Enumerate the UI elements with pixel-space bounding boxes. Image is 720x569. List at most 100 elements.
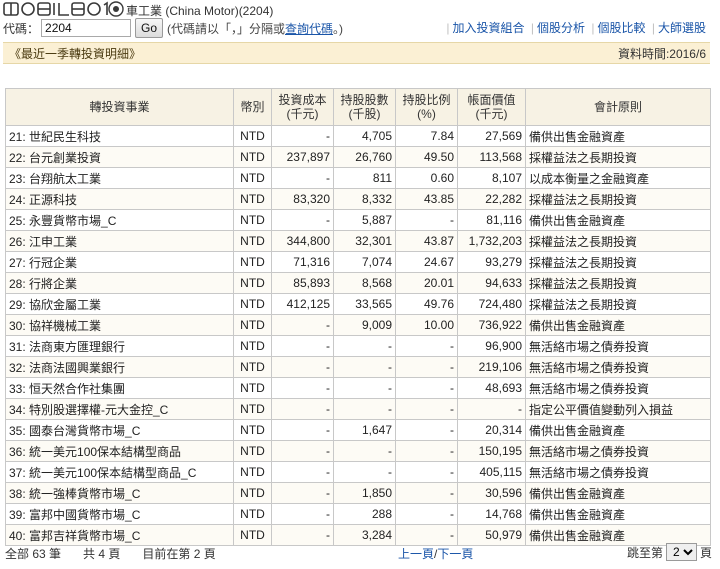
table-row: 27: 行冠企業 NTD 71,316 7,074 24.67 93,279 採權益法之長期… xyxy=(5,251,711,273)
hint-prefix: (代碼請以「，」分隔或 xyxy=(167,21,286,36)
shares-cell: 7,074 xyxy=(333,251,396,273)
ratio-cell: 0.60 xyxy=(395,167,458,189)
accounting-cell: 採權益法之長期投資 xyxy=(525,293,711,315)
table-header: 轉投資事業 幣別 投資成本 (千元) 持股股數 (千股) 持股比例 (%) 帳面… xyxy=(5,88,711,126)
currency-cell: NTD xyxy=(233,230,272,252)
section-title: 《最近一季轉投資明細》 xyxy=(9,46,142,61)
master-picks-link[interactable]: 大師選股 xyxy=(658,21,706,35)
company-cell: 25: 永豐貨幣市場_C xyxy=(5,209,234,231)
cost-cell: - xyxy=(271,125,334,147)
shares-cell: - xyxy=(333,377,396,399)
cost-cell: 83,320 xyxy=(271,188,334,210)
table-row: 21: 世紀民生科技 NTD -4,705 7.84 27,569 備供出售金融資產 xyxy=(5,125,711,147)
shares-cell: - xyxy=(333,335,396,357)
company-cell: 31: 法商東方匯理銀行 xyxy=(5,335,234,357)
accounting-cell: 採權益法之長期投資 xyxy=(525,188,711,210)
mobile01-logo[interactable] xyxy=(2,1,126,18)
book-value-cell: 113,568 xyxy=(457,146,526,168)
nav-separator: | xyxy=(591,21,595,35)
currency-cell: NTD xyxy=(233,356,272,378)
total-records: 全部 63 筆 xyxy=(5,547,62,561)
book-value-cell: 1,732,203 xyxy=(457,230,526,252)
company-title: 車工業 (China Motor)(2204) xyxy=(126,4,274,18)
pagination-footer: 全部 63 筆 共 4 頁 目前在第 2 頁 上一頁/下一頁 跳至第 2 頁 xyxy=(0,543,720,562)
code-hint: (代碼請以「，」分隔或查詢代碼。) xyxy=(167,20,343,37)
currency-cell: NTD xyxy=(233,503,272,525)
shares-cell: - xyxy=(333,356,396,378)
accounting-cell: 備供出售金融資產 xyxy=(525,503,711,525)
accounting-cell: 以成本衡量之金融資產 xyxy=(525,167,711,189)
book-value-cell: 30,596 xyxy=(457,482,526,504)
ratio-cell: - xyxy=(395,356,458,378)
cost-cell: - xyxy=(271,398,334,420)
accounting-cell: 採權益法之長期投資 xyxy=(525,251,711,273)
current-page: 目前在第 2 頁 xyxy=(142,547,216,561)
shares-cell: - xyxy=(333,440,396,462)
stock-code-input[interactable] xyxy=(41,19,132,37)
nav-links: | 加入投資組合 | 個股分析 | 個股比較 | 大師選股 xyxy=(443,19,706,36)
company-cell: 39: 富邦中國貨幣市場_C xyxy=(5,503,234,525)
book-value-cell: 22,282 xyxy=(457,188,526,210)
shares-cell: - xyxy=(333,461,396,483)
stock-analysis-link[interactable]: 個股分析 xyxy=(537,21,585,35)
book-value-cell: 94,633 xyxy=(457,272,526,294)
stock-compare-link[interactable]: 個股比較 xyxy=(598,21,646,35)
table-row: 32: 法商法國興業銀行 NTD - - -219,106 無活絡市場之債券投資 xyxy=(5,356,711,378)
accounting-cell: 備供出售金融資產 xyxy=(525,209,711,231)
next-page-link[interactable]: 下一頁 xyxy=(437,547,473,561)
ratio-cell: 43.85 xyxy=(395,188,458,210)
company-cell: 36: 統一美元100保本結構型商品 xyxy=(5,440,234,462)
shares-cell: 288 xyxy=(333,503,396,525)
page-select[interactable]: 2 xyxy=(665,543,697,561)
currency-cell: NTD xyxy=(233,482,272,504)
company-cell: 23: 台翔航太工業 xyxy=(5,167,234,189)
ratio-cell: 43.87 xyxy=(395,230,458,252)
accounting-cell: 無活絡市場之債券投資 xyxy=(525,440,711,462)
book-value-cell: 150,195 xyxy=(457,440,526,462)
table-row: 33: 恒天然合作社集團 NTD - - -48,693 無活絡市場之債券投資 xyxy=(5,377,711,399)
data-date: 資料時間:2016/6 xyxy=(617,46,706,61)
company-cell: 35: 國泰台灣貨幣市場_C xyxy=(5,419,234,441)
shares-cell: 3,284 xyxy=(333,524,396,546)
header-currency: 幣別 xyxy=(233,88,272,126)
table-row: 29: 協欣金屬工業 NTD 412,125 33,565 49.76 724,480 採權… xyxy=(5,293,711,315)
currency-cell: NTD xyxy=(233,146,272,168)
book-value-cell: 14,768 xyxy=(457,503,526,525)
table-row: 35: 國泰台灣貨幣市場_C NTD -1,647-20,314 備供出售金融資產 xyxy=(5,419,711,441)
nav-separator: | xyxy=(530,21,535,35)
table-row: 25: 永豐貨幣市場_C NTD -5,887-81,116 備供出售金融資產 xyxy=(5,209,711,231)
go-button[interactable]: Go xyxy=(135,18,164,38)
currency-cell: NTD xyxy=(233,209,272,231)
shares-cell: 1,647 xyxy=(333,419,396,441)
currency-cell: NTD xyxy=(233,272,272,294)
table-row: 39: 富邦中國貨幣市場_C NTD -288-14,768 備供出售金融資產 xyxy=(5,503,711,525)
book-value-cell: 27,569 xyxy=(457,125,526,147)
book-value-cell: 48,693 xyxy=(457,377,526,399)
page-jump: 跳至第 2 頁 xyxy=(627,543,712,561)
lookup-code-link[interactable]: 查詢代碼 xyxy=(285,22,333,36)
company-cell: 28: 行將企業 xyxy=(5,272,234,294)
hint-suffix: 。) xyxy=(333,21,344,36)
table-row: 24: 正源科技 NTD 83,320 8,332 43.85 22,282 採權益法之長期… xyxy=(5,188,711,210)
add-portfolio-link[interactable]: 加入投資組合 xyxy=(453,21,525,35)
header-shares: 持股股數 (千股) xyxy=(333,88,396,126)
total-pages: 共 4 頁 xyxy=(83,547,121,561)
currency-cell: NTD xyxy=(233,440,272,462)
prev-page-link[interactable]: 上一頁 xyxy=(398,547,434,561)
currency-cell: NTD xyxy=(233,314,272,336)
table-row: 23: 台翔航太工業 NTD -811 0.60 8,107 以成本衡量之金融資產 xyxy=(5,167,711,189)
table-row: 36: 統一美元100保本結構型商品 NTD - - -150,195 無活絡市場之債券投… xyxy=(5,440,711,462)
shares-cell: 8,332 xyxy=(333,188,396,210)
accounting-cell: 無活絡市場之債券投資 xyxy=(525,356,711,378)
shares-cell: 1,850 xyxy=(333,482,396,504)
cost-cell: - xyxy=(271,503,334,525)
company-cell: 29: 協欣金屬工業 xyxy=(5,293,234,315)
currency-cell: NTD xyxy=(233,125,272,147)
jump-suffix: 頁 xyxy=(699,545,712,560)
cost-cell: - xyxy=(271,461,334,483)
book-value-cell: 50,979 xyxy=(457,524,526,546)
currency-cell: NTD xyxy=(233,188,272,210)
accounting-cell: 無活絡市場之債券投資 xyxy=(525,377,711,399)
cost-cell: - xyxy=(271,356,334,378)
shares-cell: 8,568 xyxy=(333,272,396,294)
